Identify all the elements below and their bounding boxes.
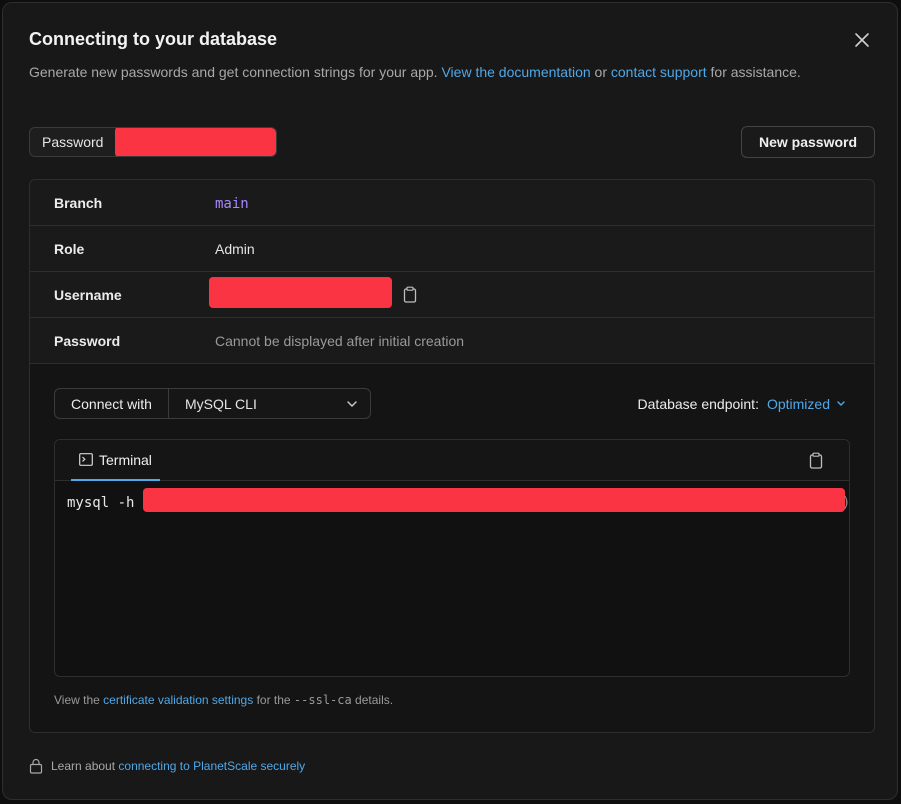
username-value-redacted [209, 277, 392, 308]
command-text: mysql -h [67, 495, 135, 511]
password-chip: Password [29, 127, 278, 157]
copy-username-button[interactable] [402, 286, 418, 303]
command-redacted [143, 488, 845, 512]
password-label: Password [54, 333, 121, 349]
connect-with-select[interactable]: Connect with MySQL CLI [54, 388, 371, 419]
chevron-down-icon [837, 401, 845, 406]
endpoint-label: Database endpoint: [637, 396, 759, 412]
clipboard-icon [403, 286, 417, 303]
connection-modal: Connecting to your database Generate new… [2, 2, 898, 800]
close-button[interactable] [851, 29, 873, 51]
certificate-note: View the certificate validation settings… [54, 693, 394, 707]
password-chip-label: Password [42, 134, 104, 150]
close-icon [855, 33, 869, 47]
documentation-link[interactable]: View the documentation [441, 64, 590, 80]
security-link[interactable]: connecting to PlanetScale securely [118, 759, 305, 773]
role-label: Role [54, 241, 85, 257]
modal-title: Connecting to your database [29, 29, 278, 49]
detail-row-branch: Branch main [30, 180, 874, 226]
tab-terminal[interactable]: Terminal [71, 440, 160, 481]
username-label: Username [54, 287, 122, 303]
role-value: Admin [215, 241, 255, 257]
password-value-redacted [115, 128, 277, 156]
connection-details-panel: Branch main Role Admin Username Password… [29, 179, 875, 733]
password-value: Cannot be displayed after initial creati… [215, 333, 465, 349]
modal-description: Generate new passwords and get connectio… [29, 64, 801, 80]
branch-label: Branch [54, 195, 103, 211]
terminal-tabs: Terminal [55, 440, 849, 481]
copy-command-button[interactable] [808, 452, 824, 469]
detail-row-username: Username [30, 272, 874, 318]
certificate-settings-link[interactable]: certificate validation settings [103, 693, 253, 707]
detail-row-password: Password Cannot be displayed after initi… [30, 318, 874, 364]
lock-icon [29, 758, 43, 774]
branch-value: main [215, 196, 249, 212]
connect-section: Connect with MySQL CLI Database endpoint… [30, 364, 874, 732]
database-endpoint: Database endpoint: Optimized [638, 396, 846, 412]
terminal-panel: Terminal mysql -h ) [54, 439, 850, 677]
connect-with-label: Connect with [55, 389, 169, 418]
connect-with-value[interactable]: MySQL CLI [169, 389, 370, 418]
new-password-button[interactable]: New password [741, 126, 875, 158]
chevron-down-icon [347, 401, 357, 407]
footer-text: Learn about [51, 759, 119, 773]
detail-row-role: Role Admin [30, 226, 874, 272]
footer: Learn about connecting to PlanetScale se… [29, 758, 305, 774]
endpoint-dropdown[interactable]: Optimized [767, 396, 846, 412]
ssl-ca-code: --ssl-ca [293, 693, 352, 707]
command-trailing: ) [842, 495, 850, 511]
contact-support-link[interactable]: contact support [611, 64, 707, 80]
terminal-icon [79, 453, 93, 466]
clipboard-icon [809, 452, 823, 469]
